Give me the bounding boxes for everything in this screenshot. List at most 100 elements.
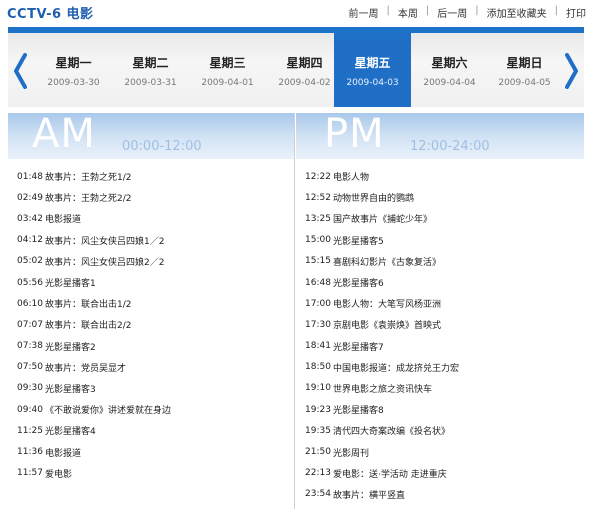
program-row[interactable]: 09:30 光影星播客3: [17, 378, 287, 399]
program-time: 07:50: [17, 362, 43, 373]
program-row[interactable]: 06:10 故事片：联合出击1/2: [17, 293, 287, 314]
day-name: 星期二: [132, 56, 169, 70]
pm-label: PM: [324, 111, 385, 157]
program-title: 光影星播客3: [45, 384, 96, 395]
program-time: 11:25: [17, 425, 43, 436]
program-row[interactable]: 15:15 喜剧科幻影片《古象复活》: [305, 251, 585, 272]
program-time: 09:40: [17, 404, 43, 415]
program-row[interactable]: 03:42 电影报道: [17, 208, 287, 229]
program-row[interactable]: 18:50 中国电影报道：成龙挤兑王力宏: [305, 357, 585, 378]
program-time: 03:42: [17, 213, 43, 224]
program-row[interactable]: 19:23 光影星播客8: [305, 399, 585, 420]
day-name: 星期六: [431, 56, 468, 70]
this-week-link[interactable]: 本周: [398, 5, 418, 20]
day-tab-sat[interactable]: 星期六 2009-04-04: [411, 33, 488, 107]
program-time: 19:35: [305, 425, 331, 436]
column-divider: [294, 113, 295, 509]
print-link[interactable]: 打印: [566, 5, 586, 20]
next-week-link[interactable]: 后一周: [437, 5, 467, 20]
program-row[interactable]: 12:22 电影人物: [305, 166, 585, 187]
program-title: 光影星播客6: [333, 279, 384, 290]
nav-separator: |: [425, 5, 430, 16]
program-row[interactable]: 16:48 光影星播客6: [305, 272, 585, 293]
program-time: 15:15: [305, 256, 331, 267]
program-time: 23:54: [305, 489, 331, 500]
program-title: 故事片：王勃之死2/2: [45, 194, 132, 205]
program-row[interactable]: 09:40 《不敢说爱你》讲述爱就在身边: [17, 399, 287, 420]
program-time: 19:23: [305, 404, 331, 415]
program-row[interactable]: 07:07 故事片：联合出击2/2: [17, 314, 287, 335]
day-tab-fri[interactable]: 星期五 2009-04-03: [334, 33, 411, 107]
day-date: 2009-04-05: [498, 78, 551, 88]
prev-day-arrow-icon[interactable]: [11, 51, 29, 91]
program-title: 国产故事片《捕蛇少年》: [333, 215, 433, 226]
day-date: 2009-04-03: [346, 78, 399, 88]
day-tab-wed[interactable]: 星期三 2009-04-01: [189, 33, 266, 107]
program-row[interactable]: 21:50 光影周刊: [305, 441, 585, 462]
program-title: 《不敢说爱你》讲述爱就在身边: [45, 406, 172, 417]
program-row[interactable]: 22:13 爱电影：送·学活动 走进重庆: [305, 463, 585, 484]
program-row[interactable]: 13:25 国产故事片《捕蛇少年》: [305, 208, 585, 229]
add-favorite-link[interactable]: 添加至收藏夹: [487, 5, 547, 20]
day-tab-thu[interactable]: 星期四 2009-04-02: [266, 33, 343, 107]
program-time: 04:12: [17, 235, 43, 246]
day-tab-tue[interactable]: 星期二 2009-03-31: [112, 33, 189, 107]
program-time: 18:50: [305, 362, 331, 373]
program-title: 喜剧科幻影片《古象复活》: [333, 257, 442, 268]
program-title: 故事片：风尘女侠吕四娘1／2: [45, 236, 165, 247]
program-time: 02:49: [17, 192, 43, 203]
day-name: 星期一: [55, 56, 92, 70]
program-row[interactable]: 18:41 光影星播客7: [305, 336, 585, 357]
next-day-arrow-icon[interactable]: [563, 51, 581, 91]
program-row[interactable]: 19:35 清代四大奇案改编《投名状》: [305, 420, 585, 441]
program-time: 01:48: [17, 171, 43, 182]
program-title: 故事片：风尘女侠吕四娘2／2: [45, 257, 165, 268]
program-row[interactable]: 19:10 世界电影之旅之资讯快车: [305, 378, 585, 399]
day-date: 2009-03-30: [47, 78, 100, 88]
day-date: 2009-04-02: [278, 78, 331, 88]
program-title: 爱电影: [45, 469, 73, 480]
program-row[interactable]: 07:50 故事片：党员吴显才: [17, 357, 287, 378]
period-headers: AM 00:00-12:00 PM 12:00-24:00: [8, 111, 584, 159]
channel-title: CCTV-6 电影: [7, 7, 94, 22]
pm-range: 12:00-24:00: [410, 139, 490, 154]
program-title: 电影报道: [45, 448, 82, 459]
program-title: 光影星播客4: [45, 427, 96, 438]
program-row[interactable]: 17:30 京剧电影《袁崇焕》首映式: [305, 314, 585, 335]
nav-separator: |: [386, 5, 390, 16]
program-row[interactable]: 07:38 光影星播客2: [17, 336, 287, 357]
program-row[interactable]: 05:56 光影星播客1: [17, 272, 287, 293]
day-name: 星期四: [286, 56, 323, 70]
program-time: 16:48: [305, 277, 331, 288]
program-time: 05:56: [17, 277, 43, 288]
program-time: 12:22: [305, 171, 331, 182]
prev-week-link[interactable]: 前一周: [349, 5, 379, 20]
program-title: 光影星播客1: [45, 279, 96, 290]
program-time: 05:02: [17, 256, 43, 267]
program-row[interactable]: 23:54 故事片：横平竖直: [305, 484, 585, 505]
program-title: 清代四大奇案改编《投名状》: [333, 427, 451, 438]
program-row[interactable]: 11:36 电影报道: [17, 441, 287, 462]
program-row[interactable]: 11:57 爱电影: [17, 463, 287, 484]
nav-separator: |: [475, 5, 479, 16]
program-row[interactable]: 15:00 光影星播客5: [305, 230, 585, 251]
day-tab-mon[interactable]: 星期一 2009-03-30: [35, 33, 112, 107]
program-row[interactable]: 02:49 故事片：王勃之死2/2: [17, 187, 287, 208]
program-time: 19:10: [305, 383, 331, 394]
program-row[interactable]: 05:02 故事片：风尘女侠吕四娘2／2: [17, 251, 287, 272]
program-title: 光影星播客8: [333, 406, 384, 417]
day-tab-sun[interactable]: 星期日 2009-04-05: [486, 33, 563, 107]
am-label: AM: [32, 111, 96, 157]
program-title: 故事片：党员吴显才: [45, 363, 127, 374]
day-date: 2009-04-01: [201, 78, 254, 88]
program-row[interactable]: 01:48 故事片：王勃之死1/2: [17, 166, 287, 187]
program-row[interactable]: 04:12 故事片：风尘女侠吕四娘1／2: [17, 230, 287, 251]
program-row[interactable]: 12:52 动物世界自由的鹦鹉: [305, 187, 585, 208]
program-title: 光影周刊: [333, 448, 370, 459]
program-row[interactable]: 17:00 电影人物：大笔写风杨亚洲: [305, 293, 585, 314]
program-row[interactable]: 11:25 光影星播客4: [17, 420, 287, 441]
day-date: 2009-04-04: [423, 78, 476, 88]
program-time: 07:38: [17, 341, 43, 352]
day-date: 2009-03-31: [124, 78, 177, 88]
program-time: 09:30: [17, 383, 43, 394]
